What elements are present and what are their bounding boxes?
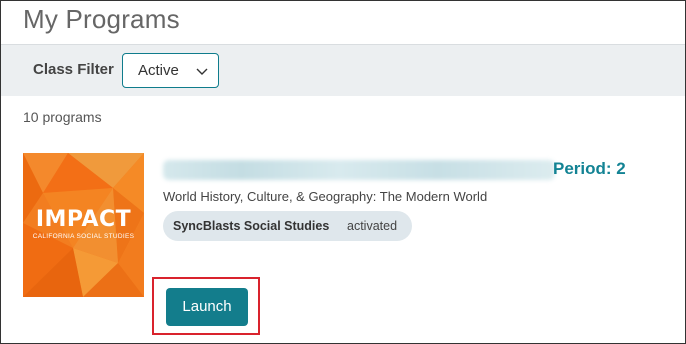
product-badge: SyncBlasts Social Studies activated bbox=[163, 211, 412, 241]
class-filter-dropdown[interactable]: Active bbox=[122, 53, 219, 88]
program-cover-image[interactable]: IMPACT CALIFORNIA SOCIAL STUDIES bbox=[23, 153, 144, 297]
chevron-down-icon bbox=[196, 68, 208, 75]
class-filter-label: Class Filter bbox=[33, 61, 114, 78]
program-name-link[interactable] bbox=[163, 154, 555, 184]
class-filter-value: Active bbox=[138, 62, 179, 79]
page: My Programs Class Filter Active 10 progr… bbox=[0, 0, 686, 344]
cover-title: IMPACT bbox=[35, 207, 132, 232]
product-name: SyncBlasts Social Studies bbox=[173, 219, 330, 233]
program-count: 10 programs bbox=[23, 109, 102, 125]
product-status: activated bbox=[347, 219, 398, 233]
program-period[interactable]: Period: 2 bbox=[553, 159, 626, 179]
page-title: My Programs bbox=[23, 4, 180, 34]
filter-bar: Class Filter Active bbox=[1, 45, 685, 96]
cover-subtitle: CALIFORNIA SOCIAL STUDIES bbox=[32, 233, 135, 240]
program-subject: World History, Culture, & Geography: The… bbox=[163, 189, 488, 204]
launch-button[interactable]: Launch bbox=[166, 288, 248, 326]
program-name-redacted bbox=[163, 160, 555, 180]
